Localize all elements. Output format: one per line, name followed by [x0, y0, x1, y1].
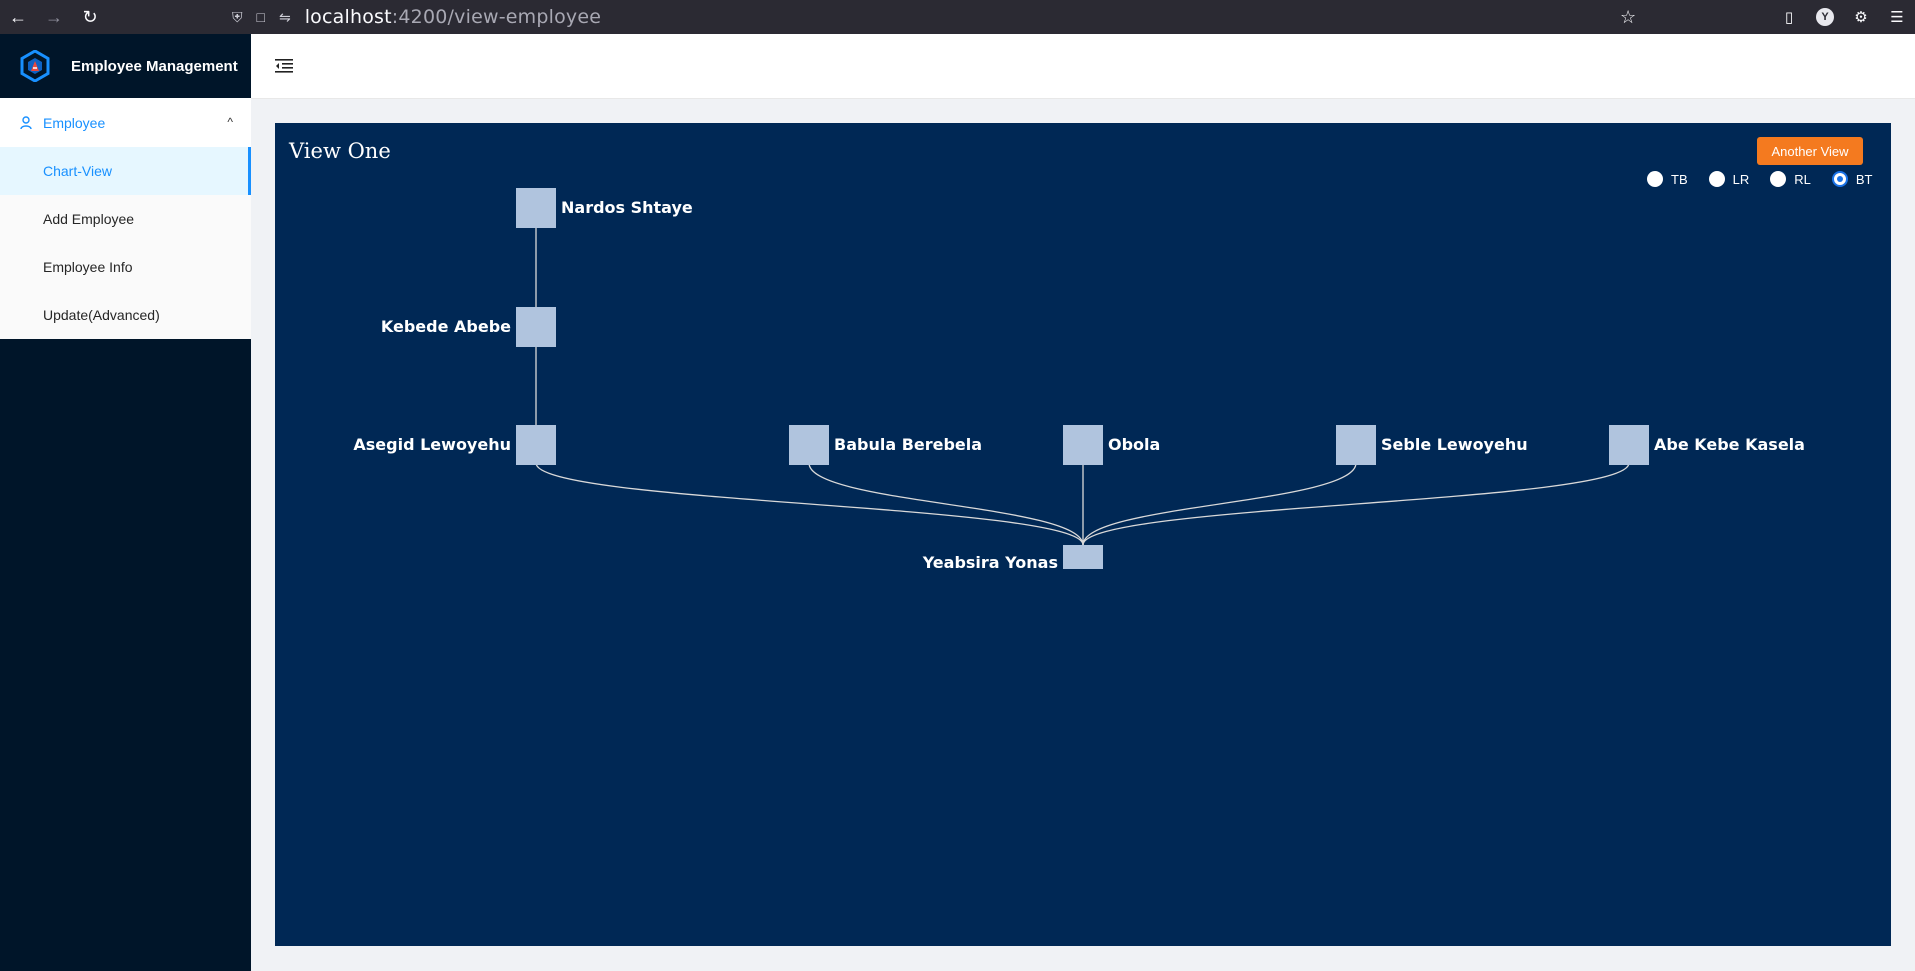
tree-node-box[interactable] — [516, 307, 556, 347]
tree-node-box[interactable] — [789, 425, 829, 465]
view-title: View One — [289, 139, 391, 163]
menu-icon[interactable]: ☰ — [1879, 0, 1915, 34]
menu-group-label: Employee — [43, 114, 106, 131]
menu-item-update-advanced[interactable]: Update(Advanced) — [0, 291, 251, 339]
tree-node-box[interactable] — [516, 425, 556, 465]
tree-node-label: Asegid Lewoyehu — [353, 435, 511, 454]
radio-lr-label: LR — [1732, 171, 1750, 187]
menu-item-chart-view[interactable]: Chart-View — [0, 147, 251, 195]
tree-node-yeabsira[interactable]: Yeabsira Yonas — [922, 545, 1103, 572]
submenu: Chart-View Add Employee Employee Info Up… — [0, 147, 251, 339]
url-path: :4200/view-employee — [391, 6, 602, 28]
tree-node-label: Nardos Shtaye — [561, 198, 693, 217]
radio-rl-dot[interactable] — [1770, 171, 1787, 187]
radio-lr[interactable]: LR — [1708, 171, 1750, 187]
menu-item-add-employee[interactable]: Add Employee — [0, 195, 251, 243]
back-icon[interactable]: ← — [0, 0, 36, 34]
tree-node-label: Babula Berebela — [834, 435, 982, 454]
page-icon: □ — [256, 9, 265, 25]
chart-panel: Yeabsira Yonas Asegid Lewoyehu Babula Bere… — [275, 123, 1891, 946]
tree-node-abe[interactable]: Abe Kebe Kasela — [1609, 425, 1805, 465]
radio-rl-label: RL — [1794, 171, 1811, 187]
extensions-icon[interactable]: ⚙ — [1843, 0, 1879, 34]
url-host: localhost — [304, 6, 392, 28]
tree-node-asegid[interactable]: Asegid Lewoyehu — [353, 425, 556, 465]
tree-node-box[interactable] — [1063, 425, 1103, 465]
tree-node-label: Yeabsira Yonas — [922, 553, 1058, 572]
tree-node-box[interactable] — [1336, 425, 1376, 465]
tree-node-kebede[interactable]: Kebede Abebe — [381, 307, 556, 347]
orientation-radio-group: TB LR RL BT — [1647, 171, 1894, 187]
tree-link-asegid — [535, 462, 1084, 546]
nav-menu: Employee ^ Chart-View Add Employee Emplo… — [0, 98, 251, 339]
pocket-icon[interactable]: ▯ — [1771, 0, 1807, 34]
top-header — [251, 34, 1915, 99]
permissions-icon[interactable]: ⇋ — [279, 9, 291, 26]
chevron-up-icon: ^ — [227, 115, 233, 129]
reload-icon[interactable]: ↻ — [72, 0, 108, 34]
tree-node-seble[interactable]: Seble Lewoyehu — [1336, 425, 1528, 465]
bookmark-star-icon[interactable]: ☆ — [1620, 0, 1636, 34]
tree-node-label: Abe Kebe Kasela — [1654, 435, 1805, 454]
tree-node-label: Obola — [1108, 435, 1160, 454]
radio-rl[interactable]: RL — [1770, 171, 1811, 187]
tree-node-babula[interactable]: Babula Berebela — [789, 425, 982, 465]
forward-icon[interactable]: → — [36, 0, 72, 34]
another-view-button[interactable]: Another View — [1757, 137, 1863, 165]
account-icon[interactable]: Y — [1807, 0, 1843, 34]
radio-lr-dot[interactable] — [1708, 171, 1725, 187]
radio-bt-label: BT — [1855, 171, 1873, 187]
menu-item-employee-info[interactable]: Employee Info — [0, 243, 251, 291]
radio-tb[interactable]: TB — [1647, 171, 1688, 187]
radio-bt[interactable]: BT — [1831, 171, 1873, 187]
tree-node-label: Kebede Abebe — [381, 317, 511, 336]
tree-node-obola[interactable]: Obola — [1063, 425, 1160, 465]
shield-icon: ⛨ — [232, 8, 243, 25]
tree-link-seble — [1082, 462, 1357, 546]
radio-tb-label: TB — [1671, 171, 1688, 187]
tree-node-box[interactable] — [1609, 425, 1649, 465]
menu-fold-icon[interactable] — [275, 58, 293, 74]
url-text[interactable]: localhost:4200/view-employee — [305, 6, 601, 28]
tree-node-box[interactable] — [1063, 545, 1103, 569]
browser-toolbar: ← → ↻ ⛨ □ ⇋ localhost:4200/view-employee… — [0, 0, 1915, 34]
app-logo-icon — [20, 50, 50, 82]
tree-node-label: Seble Lewoyehu — [1381, 435, 1528, 454]
tree-link-abe — [1082, 462, 1630, 546]
user-icon — [20, 115, 32, 129]
sidebar: Employee Management Employee ^ Chart-Vie… — [0, 34, 251, 971]
address-bar[interactable]: ⛨ □ ⇋ localhost:4200/view-employee — [232, 0, 601, 34]
org-chart: Yeabsira Yonas Asegid Lewoyehu Babula Bere… — [353, 188, 1805, 572]
tree-link-babula — [808, 462, 1084, 546]
app-title: Employee Management — [71, 57, 238, 75]
tree-node-nardos[interactable]: Nardos Shtaye — [516, 188, 693, 228]
logo-row[interactable]: Employee Management — [0, 34, 251, 98]
menu-group-employee[interactable]: Employee ^ — [0, 98, 251, 147]
tree-node-box[interactable] — [516, 188, 556, 228]
radio-bt-dot[interactable] — [1831, 171, 1848, 187]
radio-tb-dot[interactable] — [1647, 171, 1663, 187]
